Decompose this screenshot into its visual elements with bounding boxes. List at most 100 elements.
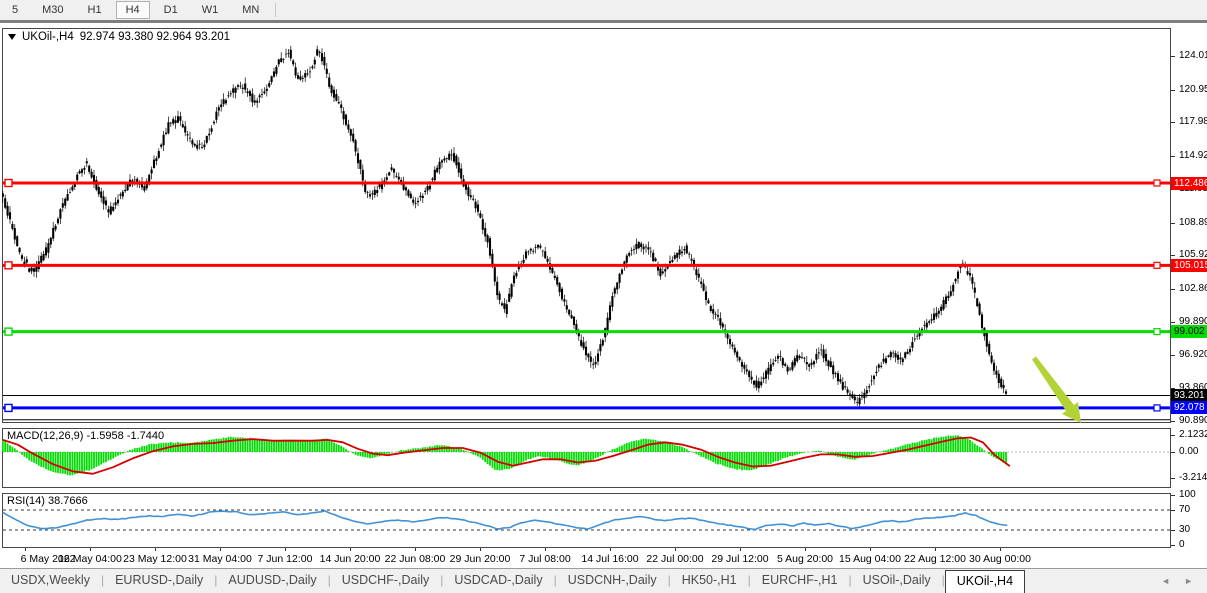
tab-ukoil-h4[interactable]: UKOil-,H4 bbox=[945, 570, 1025, 593]
macd-axis-tick bbox=[1171, 478, 1175, 479]
trading-terminal-window: 5M30 H1H4D1W1MN UKOil-,H4 92.974 93.380 9… bbox=[0, 0, 1207, 593]
time-axis-tick bbox=[675, 548, 676, 551]
price-axis-tick bbox=[1171, 255, 1175, 256]
time-axis-tick bbox=[480, 548, 481, 551]
timeframe-button-h1[interactable]: H1 bbox=[78, 1, 112, 19]
price-axis-label: 114.920 bbox=[1179, 150, 1207, 161]
price-axis-tick bbox=[1171, 122, 1175, 123]
price-axis-label: 124.010 bbox=[1179, 50, 1207, 61]
horizontal-line-112.486[interactable] bbox=[3, 180, 1170, 187]
time-axis-tick bbox=[415, 548, 416, 551]
price-axis-tick bbox=[1171, 223, 1175, 224]
time-axis-tick bbox=[545, 548, 546, 551]
toolbar-separator bbox=[275, 3, 276, 17]
tab-usdcad-daily[interactable]: USDCAD-,Daily bbox=[443, 569, 553, 593]
macd-axis-tick bbox=[1171, 452, 1175, 453]
price-axis-label: 108.890 bbox=[1179, 217, 1207, 228]
chart-symbol-period: UKOil-,H4 bbox=[22, 31, 74, 43]
chart-title: UKOil-,H4 92.974 93.380 92.964 93.201 bbox=[8, 31, 236, 43]
tab-scroll-left-icon[interactable]: ◄ bbox=[1161, 576, 1170, 586]
macd-axis-label: -3.2148 bbox=[1179, 472, 1207, 483]
price-axis-tick bbox=[1171, 156, 1175, 157]
timeframe-button-d1[interactable]: D1 bbox=[154, 1, 188, 19]
price-axis-tick bbox=[1171, 289, 1175, 290]
chart-symbol-dropdown-icon[interactable] bbox=[8, 34, 16, 40]
timeframe-button-mn[interactable]: MN bbox=[232, 1, 269, 19]
rsi-axis-tick bbox=[1171, 530, 1175, 531]
rsi-axis: 10070300 bbox=[1171, 493, 1207, 548]
time-axis-tick bbox=[285, 548, 286, 551]
price-badge: 92.078 bbox=[1171, 401, 1207, 414]
rsi-axis-label: 0 bbox=[1179, 539, 1185, 550]
rsi-line bbox=[3, 511, 1008, 530]
macd-axis-label: 2.1232 bbox=[1179, 429, 1207, 440]
tab-usdx-weekly[interactable]: USDX,Weekly bbox=[0, 569, 101, 593]
price-axis-label: 117.980 bbox=[1179, 116, 1207, 127]
candlestick-wicks bbox=[3, 46, 1006, 408]
candlestick-bodies bbox=[3, 49, 1006, 404]
macd-indicator-label: MACD(12,26,9) -1.5958 -1.7440 bbox=[7, 430, 164, 442]
time-axis-tick bbox=[1000, 548, 1001, 551]
price-badge: 105.015 bbox=[1171, 259, 1207, 272]
tab-usoil-daily[interactable]: USOil-,Daily bbox=[852, 569, 942, 593]
price-axis-tick bbox=[1171, 56, 1175, 57]
tab-scroll-arrows: ◄► bbox=[1161, 569, 1207, 593]
chart-ohlc-values: 92.974 93.380 92.964 93.201 bbox=[80, 31, 230, 43]
horizontal-line-92.078[interactable] bbox=[3, 404, 1170, 411]
rsi-axis-label: 70 bbox=[1179, 504, 1190, 515]
time-axis-tick bbox=[220, 548, 221, 551]
chart-tab-bar: USDX,Weekly|EURUSD-,Daily|AUDUSD-,Daily|… bbox=[0, 568, 1207, 593]
tab-eurusd-daily[interactable]: EURUSD-,Daily bbox=[104, 569, 214, 593]
macd-axis-label: 0.00 bbox=[1179, 446, 1198, 457]
time-axis-tick bbox=[805, 548, 806, 551]
timeframe-button-w1[interactable]: W1 bbox=[192, 1, 229, 19]
tab-hk50-h1[interactable]: HK50-,H1 bbox=[671, 569, 748, 593]
time-axis-tick bbox=[155, 548, 156, 551]
price-axis-label: 120.950 bbox=[1179, 84, 1207, 95]
price-axis-tick bbox=[1171, 421, 1175, 422]
tab-usdcnh-daily[interactable]: USDCNH-,Daily bbox=[557, 569, 668, 593]
tab-audusd-daily[interactable]: AUDUSD-,Daily bbox=[217, 569, 327, 593]
price-axis-tick bbox=[1171, 322, 1175, 323]
price-axis-tick bbox=[1171, 355, 1175, 356]
down-arrow-annotation[interactable] bbox=[1032, 357, 1081, 424]
timeframe-toolbar: 5M30 H1H4D1W1MN bbox=[0, 0, 1207, 20]
time-axis-tick bbox=[90, 548, 91, 551]
time-axis-tick bbox=[350, 548, 351, 551]
price-badge: 112.486 bbox=[1171, 177, 1207, 190]
horizontal-line-99.002[interactable] bbox=[3, 328, 1170, 335]
price-axis-label: 90.890 bbox=[1179, 415, 1207, 426]
timeframe-button-h4[interactable]: H4 bbox=[116, 1, 150, 19]
time-axis-label: 30 Aug 00:00 bbox=[955, 553, 1045, 565]
price-badge: 93.201 bbox=[1171, 389, 1207, 402]
time-axis-tick bbox=[935, 548, 936, 551]
horizontal-line-105.015[interactable] bbox=[3, 262, 1170, 269]
price-axis-label: 102.860 bbox=[1179, 283, 1207, 294]
macd-axis: 2.1232 0.00 -3.2148 bbox=[1171, 428, 1207, 488]
time-axis-tick bbox=[740, 548, 741, 551]
macd-axis-tick bbox=[1171, 435, 1175, 436]
tab-usdchf-daily[interactable]: USDCHF-,Daily bbox=[331, 569, 441, 593]
price-axis-tick bbox=[1171, 90, 1175, 91]
time-axis[interactable]: 6 May 202216 May 04:0023 May 12:0031 May… bbox=[2, 548, 1171, 568]
price-axis[interactable]: 124.010120.950117.980114.920111.950108.8… bbox=[1171, 28, 1207, 423]
timeframe-button-5[interactable]: 5 bbox=[2, 1, 28, 19]
price-badge: 99.002 bbox=[1171, 325, 1207, 338]
tab-eurchf-h1[interactable]: EURCHF-,H1 bbox=[751, 569, 849, 593]
time-axis-tick bbox=[870, 548, 871, 551]
rsi-axis-tick bbox=[1171, 510, 1175, 511]
rsi-panel-area[interactable] bbox=[2, 493, 1171, 548]
time-axis-tick bbox=[25, 548, 26, 551]
rsi-axis-tick bbox=[1171, 545, 1175, 546]
macd-panel-area[interactable] bbox=[2, 428, 1171, 488]
timeframe-button-m30[interactable]: M30 bbox=[32, 1, 73, 19]
rsi-axis-label: 30 bbox=[1179, 524, 1190, 535]
rsi-axis-label: 100 bbox=[1179, 489, 1196, 500]
rsi-axis-tick bbox=[1171, 495, 1175, 496]
rsi-indicator-label: RSI(14) 38.7666 bbox=[7, 495, 88, 507]
time-axis-tick bbox=[610, 548, 611, 551]
tab-scroll-right-icon[interactable]: ► bbox=[1184, 576, 1193, 586]
chart-workspace: UKOil-,H4 92.974 93.380 92.964 93.201 12… bbox=[0, 23, 1207, 568]
price-axis-label: 96.920 bbox=[1179, 349, 1207, 360]
main-chart-area[interactable] bbox=[2, 28, 1171, 423]
